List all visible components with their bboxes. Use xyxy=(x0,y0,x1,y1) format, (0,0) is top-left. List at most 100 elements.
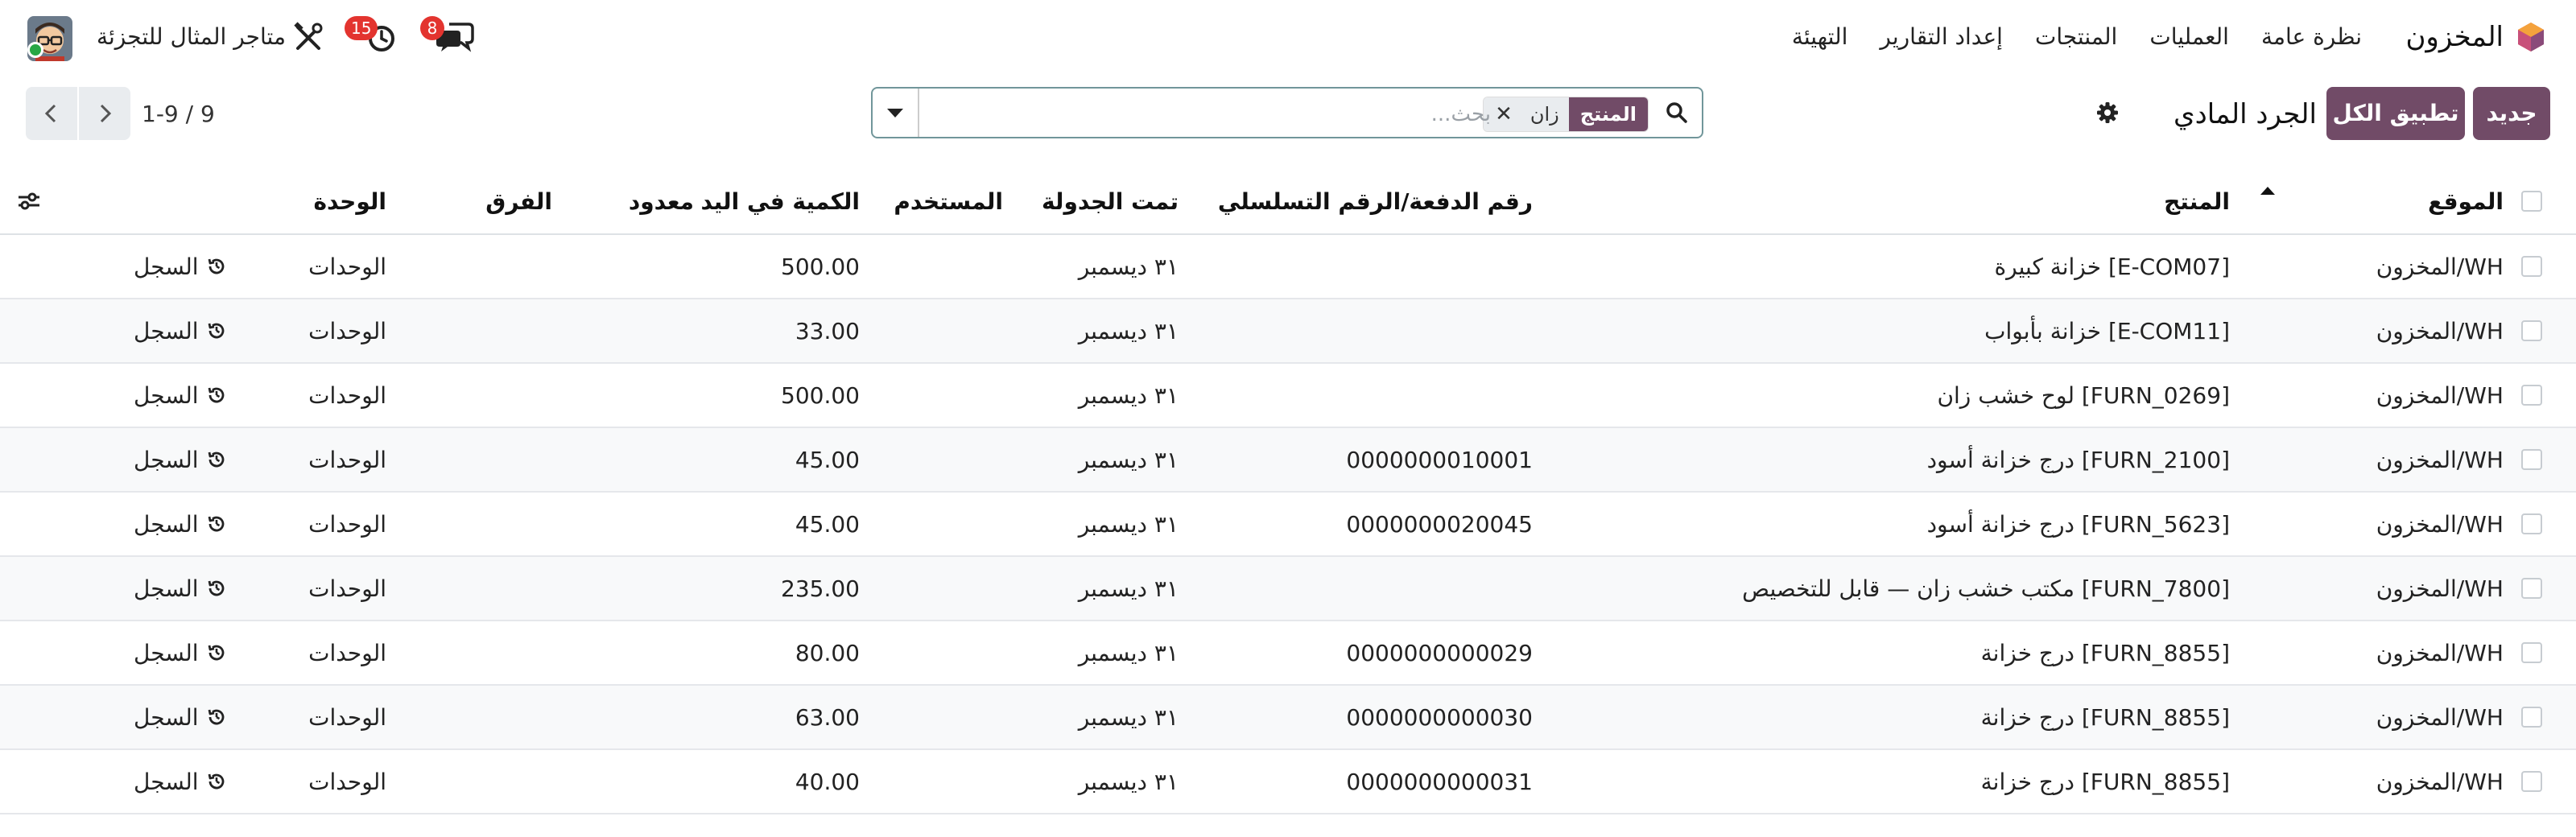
history-button[interactable]: السجل xyxy=(134,621,226,684)
history-icon xyxy=(208,645,224,661)
history-button[interactable]: السجل xyxy=(134,750,226,813)
table-row[interactable]: WH/المخزون [FURN_7800] مكتب خشب زان — قا… xyxy=(0,557,2576,621)
row-checkbox[interactable] xyxy=(2520,364,2544,427)
history-button[interactable]: السجل xyxy=(134,686,226,748)
select-all-checkbox[interactable] xyxy=(2520,169,2544,233)
pager-next-button[interactable] xyxy=(79,87,130,140)
row-checkbox[interactable] xyxy=(2520,621,2544,684)
search-button[interactable] xyxy=(1652,89,1702,137)
table-row[interactable]: WH/المخزون [FURN_8855] درج خزانة 0000000… xyxy=(0,750,2576,814)
cell-difference xyxy=(0,557,552,620)
new-button[interactable]: جديد xyxy=(2473,87,2550,140)
cell-scheduled: ٣١ ديسمبر xyxy=(1078,768,1179,795)
menu-operations[interactable]: العمليات xyxy=(2133,16,2245,58)
history-label: السجل xyxy=(134,317,199,344)
cell-difference xyxy=(0,493,552,555)
tools-icon[interactable] xyxy=(293,21,324,53)
cell-product: [FURN_7800] مكتب خشب زان — قابل للتخصيص xyxy=(1742,575,2230,602)
history-button[interactable]: السجل xyxy=(134,364,226,427)
header-scheduled[interactable]: تمت الجدولة xyxy=(1042,169,1179,233)
row-checkbox[interactable] xyxy=(2520,428,2544,491)
chat-badge: 8 xyxy=(420,16,444,40)
table-row[interactable]: WH/المخزون [FURN_2100] درج خزانة أسود 00… xyxy=(0,428,2576,493)
history-label: السجل xyxy=(134,510,199,538)
table-row[interactable]: WH/المخزون [E-COM07] خزانة كبيرة ٣١ ديسم… xyxy=(0,235,2576,299)
cell-product: [FURN_8855] درج خزانة xyxy=(1980,639,2230,666)
cell-lot: 0000000000030 xyxy=(1346,703,1533,731)
cell-uom: الوحدات xyxy=(308,317,386,344)
history-icon xyxy=(208,709,224,725)
history-button[interactable]: السجل xyxy=(134,493,226,555)
cell-difference xyxy=(0,750,552,813)
pager-previous-button[interactable] xyxy=(26,87,77,140)
history-button[interactable]: السجل xyxy=(134,428,226,491)
table-row[interactable]: WH/المخزون [E-COM11] خزانة بأبواب ٣١ ديس… xyxy=(0,299,2576,364)
row-checkbox[interactable] xyxy=(2520,493,2544,555)
menu-reporting[interactable]: إعداد التقارير xyxy=(1864,16,2019,58)
cell-difference xyxy=(0,364,552,427)
header-product[interactable]: المنتج xyxy=(2164,169,2230,233)
row-checkbox[interactable] xyxy=(2520,235,2544,298)
apply-all-button[interactable]: تطبيق الكل xyxy=(2326,87,2465,140)
cell-location: WH/المخزون xyxy=(2376,317,2504,344)
row-checkbox[interactable] xyxy=(2520,750,2544,813)
header-difference[interactable]: الفرق xyxy=(0,169,552,233)
cell-scheduled: ٣١ ديسمبر xyxy=(1078,253,1179,280)
menu-configuration[interactable]: التهيئة xyxy=(1776,16,1864,58)
pager-value[interactable]: 1-9 / 9 xyxy=(142,97,215,132)
inventory-table: الموقع المنتج رقم الدفعة/الرقم التسلسلي … xyxy=(0,169,2576,814)
history-button[interactable]: السجل xyxy=(134,557,226,620)
cell-product: [FURN_5623] درج خزانة أسود xyxy=(1926,510,2230,538)
header-uom[interactable]: الوحدة xyxy=(313,169,386,233)
cell-product: [FURN_8855] درج خزانة xyxy=(1980,703,2230,731)
cell-location: WH/المخزون xyxy=(2376,381,2504,409)
cell-location: WH/المخزون xyxy=(2376,446,2504,473)
cell-location: WH/المخزون xyxy=(2376,639,2504,666)
table-row[interactable]: WH/المخزون [FURN_8855] درج خزانة 0000000… xyxy=(0,621,2576,686)
cell-scheduled: ٣١ ديسمبر xyxy=(1078,510,1179,538)
gear-icon[interactable] xyxy=(2096,101,2119,124)
cell-location: WH/المخزون xyxy=(2376,703,2504,731)
company-switcher[interactable]: متاجر المثال للتجزئة xyxy=(97,18,286,56)
top-navbar: المخزون نظرة عامة العمليات المنتجات إعدا… xyxy=(0,0,2576,74)
cell-scheduled: ٣١ ديسمبر xyxy=(1078,575,1179,602)
cell-location: WH/المخزون xyxy=(2376,253,2504,280)
history-button[interactable]: السجل xyxy=(134,299,226,362)
table-row[interactable]: WH/المخزون [FURN_8855] درج خزانة 0000000… xyxy=(0,686,2576,750)
header-lot[interactable]: رقم الدفعة/الرقم التسلسلي xyxy=(1218,169,1533,233)
facet-value: زان xyxy=(1520,97,1569,131)
menu-products[interactable]: المنتجات xyxy=(2019,16,2133,58)
facet-label: المنتج xyxy=(1568,97,1648,131)
history-label: السجل xyxy=(134,446,199,473)
row-checkbox[interactable] xyxy=(2520,299,2544,362)
page-title: الجرد المادي xyxy=(2173,98,2317,130)
column-settings-icon[interactable] xyxy=(14,169,43,233)
app-title[interactable]: المخزون xyxy=(2405,16,2504,58)
app-logo-icon[interactable] xyxy=(2515,21,2547,53)
systray: متاجر المثال للتجزئة 15 8 xyxy=(0,0,499,74)
cell-uom: الوحدات xyxy=(308,575,386,602)
search-input[interactable] xyxy=(1006,95,1492,134)
cell-uom: الوحدات xyxy=(308,381,386,409)
cell-difference xyxy=(0,621,552,684)
cell-location: WH/المخزون xyxy=(2376,768,2504,795)
cell-location: WH/المخزون xyxy=(2376,510,2504,538)
table-row[interactable]: WH/المخزون [FURN_0269] لوح خشب زان ٣١ دي… xyxy=(0,364,2576,428)
history-button[interactable]: السجل xyxy=(134,235,226,298)
history-label: السجل xyxy=(134,575,199,602)
chevron-right-icon xyxy=(100,104,112,123)
online-status-dot xyxy=(27,42,43,58)
cell-lot: 0000000000031 xyxy=(1346,768,1533,795)
chevron-left-icon xyxy=(44,104,56,123)
cell-difference xyxy=(0,299,552,362)
row-checkbox[interactable] xyxy=(2520,686,2544,748)
header-location[interactable]: الموقع xyxy=(2428,169,2504,233)
caret-down-icon xyxy=(887,108,903,118)
history-icon xyxy=(208,580,224,596)
menu-overview[interactable]: نظرة عامة xyxy=(2245,16,2378,58)
table-row[interactable]: WH/المخزون [FURN_5623] درج خزانة أسود 00… xyxy=(0,493,2576,557)
search-options-toggle[interactable] xyxy=(873,89,919,137)
row-checkbox[interactable] xyxy=(2520,557,2544,620)
cell-scheduled: ٣١ ديسمبر xyxy=(1078,703,1179,731)
cell-product: [FURN_8855] درج خزانة xyxy=(1980,768,2230,795)
